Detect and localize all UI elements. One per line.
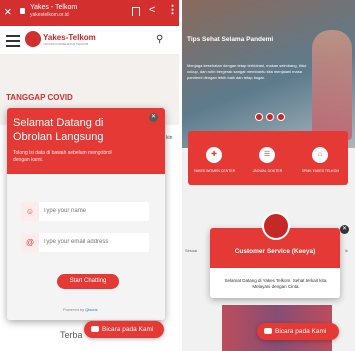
search-icon[interactable]: ⚲ xyxy=(156,34,163,45)
qiscus-link[interactable]: Qiscus xyxy=(85,307,97,312)
bookmark-icon[interactable] xyxy=(132,7,140,16)
browser-toolbar: × Yakes - Telkom yakestelkom.or.id < ⋮ xyxy=(0,0,179,26)
chat-bubble-icon xyxy=(264,328,272,334)
service-label: SPMK YAKES TELKOM xyxy=(301,169,340,173)
cs-popup-title: Customer Service (Keeya) xyxy=(234,248,316,255)
site-logo-text[interactable]: Yakes-Telkom xyxy=(43,33,96,42)
women-center-icon: ✚ xyxy=(206,147,222,163)
more-menu-icon[interactable]: ⋮ xyxy=(167,3,178,16)
powered-prefix: Powered by xyxy=(63,307,85,312)
spmk-icon: ⌂ xyxy=(312,147,328,163)
schedule-icon: ☰ xyxy=(259,147,275,163)
service-doctor-schedule[interactable]: ☰ JADWAL DOKTER xyxy=(241,131,294,185)
email-field[interactable]: @ xyxy=(21,233,149,252)
service-label: YAKES WOMEN CENTER xyxy=(193,169,236,173)
page-url[interactable]: yakestelkom.or.id xyxy=(30,12,69,19)
page-heading-partial: Terba xyxy=(60,330,83,340)
live-chat-widget: Selamat Datang di Obrolan Langsung Tolon… xyxy=(7,108,165,320)
slider-dots[interactable] xyxy=(255,108,288,126)
chat-header: Selamat Datang di Obrolan Langsung Tolon… xyxy=(7,108,165,174)
background-text-left: Sesuai xyxy=(185,248,198,253)
background-text-right: ik xyxy=(345,248,348,253)
name-field[interactable]: ☺ xyxy=(21,202,149,221)
close-tab-icon[interactable]: × xyxy=(4,4,12,20)
chat-close-icon[interactable]: ✕ xyxy=(149,113,158,122)
powered-by: Powered by Qiscus xyxy=(63,307,97,312)
right-phone-screen: Tips Sehat Selama Pandemi Menjaga keseha… xyxy=(182,0,355,351)
cs-popup-close-icon[interactable]: ✕ xyxy=(340,225,349,234)
slider-dot[interactable] xyxy=(266,113,274,121)
site-header: Yakes-Telkom YAYASAN KESEHATAN TELKOM ⚲ xyxy=(0,26,179,55)
at-icon: @ xyxy=(21,233,39,252)
slide-text: Menjaga kesehatan dengan tetap terhidras… xyxy=(187,63,307,80)
left-phone-screen: × Yakes - Telkom yakestelkom.or.id < ⋮ Y… xyxy=(0,0,179,351)
hero-person-image xyxy=(312,30,352,140)
slide-title: Tips Sehat Selama Pandemi xyxy=(187,36,274,43)
talk-to-us-button[interactable]: Bicara pada Kami xyxy=(84,321,164,338)
chat-bubble-icon xyxy=(91,326,99,332)
service-women-center[interactable]: ✚ YAKES WOMEN CENTER xyxy=(188,131,241,185)
hero-slider: Tips Sehat Selama Pandemi Menjaga keseha… xyxy=(182,0,355,148)
start-chatting-button[interactable]: Start Chatting xyxy=(57,274,119,289)
slider-dot[interactable] xyxy=(277,113,285,121)
name-input[interactable] xyxy=(43,205,143,217)
talk-to-us-label: Bicara pada Kami xyxy=(102,326,154,333)
user-icon: ☺ xyxy=(21,202,39,221)
slider-dot[interactable] xyxy=(255,113,263,121)
hero-side-text: kin xyxy=(166,135,173,141)
lock-icon xyxy=(20,8,25,14)
share-icon[interactable]: < xyxy=(149,4,155,16)
yakes-emblem-icon xyxy=(262,212,290,240)
email-input[interactable] xyxy=(43,236,143,248)
yakes-logo-icon[interactable] xyxy=(25,31,41,47)
site-logo-subtitle: YAYASAN KESEHATAN TELKOM xyxy=(43,42,89,46)
talk-to-us-button[interactable]: Bicara pada Kami xyxy=(257,323,339,340)
cs-welcome-message: Selamat Datang di Yakes Telkom. Sehat te… xyxy=(224,278,328,289)
chat-form: ☺ @ Start Chatting Powered by Qiscus xyxy=(7,174,165,320)
chat-title: Selamat Datang di Obrolan Langsung xyxy=(13,117,104,143)
service-label: JADWAL DOKTER xyxy=(252,169,283,173)
services-bar: ✚ YAKES WOMEN CENTER ☰ JADWAL DOKTER ⌂ S… xyxy=(188,131,348,185)
page-title: Yakes - Telkom xyxy=(30,4,78,11)
chat-subtitle: Tolong isi data di bawah sebelum mengobr… xyxy=(13,150,112,163)
talk-to-us-label: Bicara pada Kami xyxy=(275,328,327,335)
hamburger-menu-icon[interactable] xyxy=(6,35,20,50)
service-spmk[interactable]: ⌂ SPMK YAKES TELKOM xyxy=(294,131,347,185)
hero-title: TANGGAP COVID xyxy=(6,93,73,102)
